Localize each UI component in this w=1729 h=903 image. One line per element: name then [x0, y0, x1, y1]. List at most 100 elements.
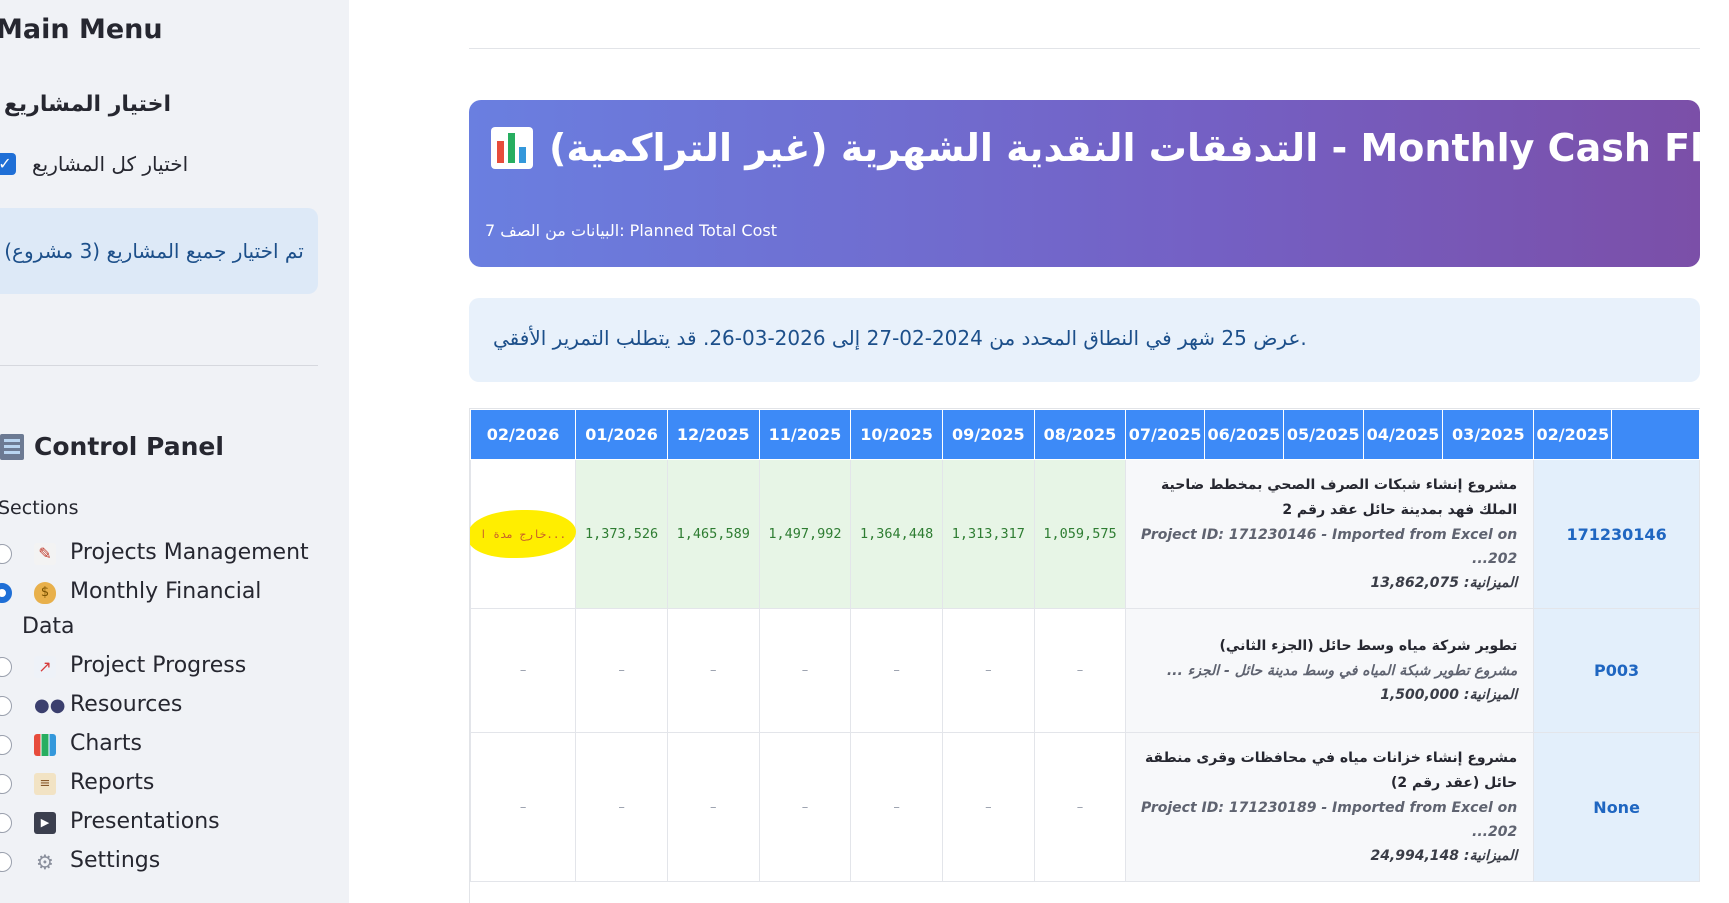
empty-cell: – [1033, 732, 1127, 882]
select-all-checkbox-row[interactable]: ✓ اختيار كل المشاريع [0, 152, 188, 176]
cash-flow-table-scroll[interactable]: 02/2026 01/2026 12/2025 11/2025 10/2025 … [469, 408, 1700, 903]
radio-button[interactable] [0, 544, 12, 564]
page-banner: التدفقات النقدية الشهرية (غير التراكمية)… [469, 100, 1729, 267]
project-budget: الميزانية: 24,994,148 [1370, 848, 1518, 864]
table-row: – – – – – – – تطوير شركة مياه وسط حائل (… [470, 608, 1700, 733]
radio-button[interactable] [0, 735, 12, 755]
radio-button[interactable] [0, 657, 12, 677]
out-of-range-text: خارج مدة ا... [480, 528, 567, 541]
movie-camera-icon: ▶ [34, 812, 56, 834]
money-bag-icon: $ [34, 582, 56, 604]
section-label: Settings [70, 848, 161, 873]
section-option-resources[interactable]: ●● Resources [0, 692, 309, 731]
people-icon: ●● [34, 695, 66, 716]
top-divider [469, 48, 1700, 49]
projects-heading-label: اختيار المشاريع [3, 92, 171, 117]
value-cell: 1,373,526 [575, 459, 668, 609]
section-option-reports[interactable]: ≡ Reports [0, 770, 309, 809]
project-subtitle: مشروع تطوير شبكة المياه في وسط مدينة حائ… [1166, 663, 1518, 679]
section-option-presentations[interactable]: ▶ Presentations [0, 809, 309, 848]
section-option-project-progress[interactable]: ↗ Project Progress [0, 653, 309, 692]
column-header[interactable]: 10/2025 [850, 409, 943, 460]
section-label: Monthly Financial [70, 579, 262, 604]
range-info-text: عرض 25 شهر في النطاق المحدد من 2024-02-2… [493, 326, 1307, 350]
sections-label: Sections [0, 497, 79, 519]
bar-chart-icon [34, 734, 56, 756]
empty-cell: – [470, 732, 577, 882]
radio-button[interactable] [0, 696, 12, 716]
sidebar-divider [0, 365, 318, 366]
value-cell: 1,313,317 [941, 459, 1035, 609]
empty-cell: – [758, 732, 852, 882]
selection-info-text: تم اختيار جميع المشاريع (3 مشروع) [4, 239, 304, 263]
column-header[interactable]: 05/2025 [1282, 409, 1364, 460]
radio-button[interactable] [0, 852, 12, 872]
project-id-cell[interactable]: None [1533, 732, 1700, 882]
project-subtitle: Project ID: 171230189 - Imported from Ex… [1141, 800, 1518, 840]
empty-cell: – [666, 608, 760, 733]
empty-cell: – [575, 732, 668, 882]
page-title-text: التدفقات النقدية الشهرية (غير التراكمية)… [549, 126, 1729, 170]
table-row: خارج مدة ا... 1,373,526 1,465,589 1,497,… [470, 459, 1700, 609]
sidebar-title: Main Menu [0, 14, 163, 45]
empty-cell: – [850, 608, 943, 733]
cash-flow-table: 02/2026 01/2026 12/2025 11/2025 10/2025 … [470, 409, 1700, 882]
section-label: Resources [70, 692, 183, 717]
selection-info-alert: تم اختيار جميع المشاريع (3 مشروع) [0, 208, 318, 294]
value-cell: 1,465,589 [666, 459, 760, 609]
table-row: – – – – – – – مشروع إنشاء خزانات مياه في… [470, 732, 1700, 882]
sections-radio-group: ✎ Projects Management $ Monthly Financia… [0, 540, 309, 887]
main-content: التدفقات النقدية الشهرية (غير التراكمية)… [349, 0, 1729, 903]
radio-button[interactable] [0, 813, 12, 833]
empty-cell: – [850, 732, 943, 882]
section-option-projects-management[interactable]: ✎ Projects Management [0, 540, 309, 579]
empty-cell: – [941, 732, 1035, 882]
column-header[interactable]: 02/2025 [1533, 409, 1613, 460]
office-building-icon [0, 433, 24, 460]
section-label-continuation: Data [22, 614, 75, 639]
section-label: Project Progress [70, 653, 247, 678]
radio-button-selected[interactable] [0, 583, 12, 603]
section-label: Presentations [70, 809, 220, 834]
section-option-charts[interactable]: Charts [0, 731, 309, 770]
empty-cell: – [941, 608, 1035, 733]
project-name: مشروع إنشاء خزانات مياه في محافظات وقرى … [1144, 750, 1518, 791]
column-header[interactable]: 09/2025 [941, 409, 1035, 460]
control-panel-heading: Control Panel [0, 432, 224, 461]
page-title: التدفقات النقدية الشهرية (غير التراكمية)… [491, 126, 1729, 170]
sidebar: Main Menu اختيار المشاريع ✓ اختيار كل ال… [0, 0, 349, 903]
radio-button[interactable] [0, 774, 12, 794]
gear-icon: ⚙ [36, 850, 54, 874]
section-option-monthly-financial[interactable]: $ Monthly Financial [0, 579, 309, 618]
section-label: Reports [70, 770, 155, 795]
column-header[interactable]: 12/2025 [666, 409, 760, 460]
column-header[interactable]: 03/2025 [1442, 409, 1535, 460]
project-name: تطوير شركة مياه وسط حائل (الجزء الثاني) [1219, 638, 1518, 654]
column-header[interactable]: 11/2025 [758, 409, 852, 460]
project-id-cell[interactable]: P003 [1533, 608, 1700, 733]
project-description-cell: تطوير شركة مياه وسط حائل (الجزء الثاني) … [1125, 608, 1535, 733]
value-cell: 1,364,448 [850, 459, 943, 609]
column-header[interactable]: 06/2025 [1203, 409, 1284, 460]
project-id-cell[interactable]: 171230146 [1533, 459, 1700, 609]
select-all-checkbox[interactable]: ✓ [0, 153, 16, 175]
projects-heading: اختيار المشاريع [0, 92, 171, 117]
column-header[interactable]: 04/2025 [1362, 409, 1444, 460]
column-header[interactable]: 07/2025 [1125, 409, 1205, 460]
select-all-label: اختيار كل المشاريع [32, 152, 189, 176]
highlight-mark: خارج مدة ا... [470, 510, 577, 558]
column-header[interactable]: 08/2025 [1033, 409, 1127, 460]
out-of-range-cell: خارج مدة ا... [470, 459, 577, 609]
table-header-row: 02/2026 01/2026 12/2025 11/2025 10/2025 … [470, 409, 1700, 460]
project-budget: الميزانية: 13,862,075 [1370, 575, 1518, 591]
section-label: Projects Management [70, 540, 309, 565]
control-panel-title: Control Panel [34, 432, 224, 461]
project-description-cell: مشروع إنشاء شبكات الصرف الصحي بمخطط ضاحي… [1125, 459, 1535, 609]
section-label: Charts [70, 731, 142, 756]
project-description-cell: مشروع إنشاء خزانات مياه في محافظات وقرى … [1125, 732, 1535, 882]
project-subtitle: Project ID: 171230146 - Imported from Ex… [1141, 527, 1518, 567]
section-option-settings[interactable]: ⚙ Settings [0, 848, 309, 887]
column-header[interactable]: 02/2026 [470, 409, 577, 460]
value-cell: 1,497,992 [758, 459, 852, 609]
column-header[interactable]: 01/2026 [575, 409, 668, 460]
